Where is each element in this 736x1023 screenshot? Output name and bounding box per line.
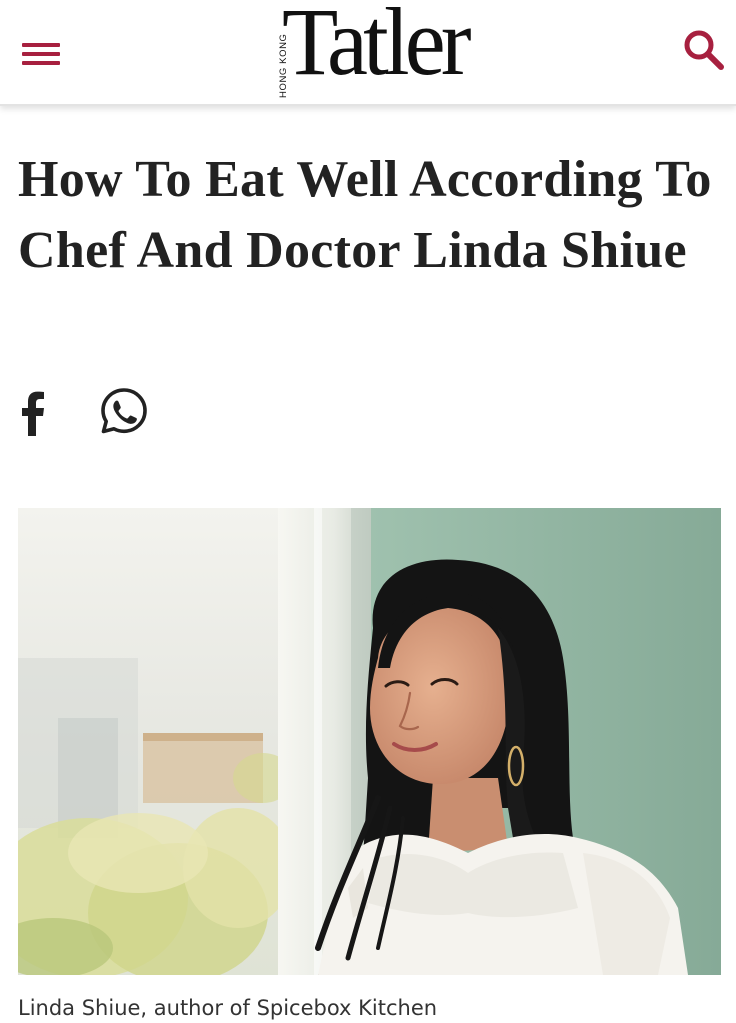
site-header: Tatler HONG KONG: [0, 0, 736, 106]
facebook-icon[interactable]: [18, 390, 48, 436]
hero-image: [18, 508, 721, 975]
tatler-logo[interactable]: Tatler HONG KONG: [272, 0, 472, 102]
whatsapp-icon[interactable]: [100, 387, 148, 435]
image-caption: Linda Shiue, author of Spicebox Kitchen: [18, 996, 438, 1020]
search-icon[interactable]: [680, 27, 730, 77]
article-page: Tatler HONG KONG How To Eat Well Accordi…: [0, 0, 736, 1023]
logo-wordmark: Tatler: [282, 0, 472, 95]
article-title: How To Eat Well According To Chef And Do…: [18, 151, 712, 279]
hamburger-menu-icon[interactable]: [22, 40, 62, 68]
logo-subtext: HONG KONG: [278, 33, 289, 98]
